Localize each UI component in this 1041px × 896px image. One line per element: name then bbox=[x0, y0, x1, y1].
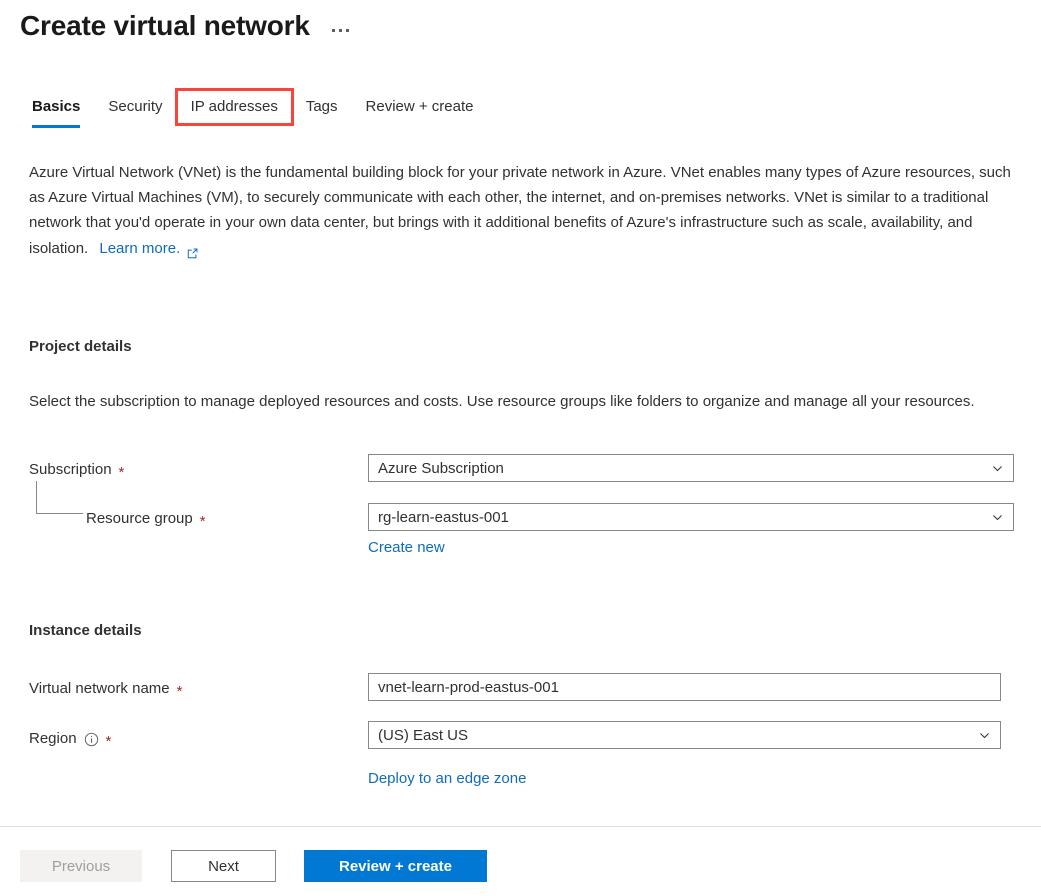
chevron-down-icon bbox=[991, 462, 1004, 475]
virtual-network-name-label-text: Virtual network name bbox=[29, 680, 170, 697]
learn-more-label: Learn more. bbox=[99, 240, 181, 257]
subscription-required-marker: * bbox=[118, 463, 125, 481]
region-value: (US) East US bbox=[378, 726, 469, 744]
ellipsis-dot-3 bbox=[345, 28, 349, 32]
ellipsis-dot-1 bbox=[331, 28, 335, 32]
subscription-resourcegroup-connector bbox=[36, 481, 83, 514]
resource-group-label-text: Resource group bbox=[86, 510, 193, 527]
region-label-text: Region bbox=[29, 730, 77, 747]
resource-group-required-marker: * bbox=[199, 512, 206, 530]
chevron-down-icon bbox=[991, 511, 1004, 524]
region-required-marker: * bbox=[105, 732, 112, 750]
subscription-value: Azure Subscription bbox=[378, 459, 504, 477]
resource-group-value: rg-learn-eastus-001 bbox=[378, 508, 509, 526]
learn-more-link[interactable]: Learn more. bbox=[99, 236, 199, 261]
virtual-network-name-required-marker: * bbox=[176, 682, 183, 700]
subscription-dropdown[interactable]: Azure Subscription bbox=[368, 454, 1014, 482]
project-details-heading: Project details bbox=[29, 338, 132, 355]
external-link-icon bbox=[186, 243, 199, 259]
tab-ip-addresses[interactable]: IP addresses bbox=[174, 88, 294, 126]
review-create-button[interactable]: Review + create bbox=[304, 850, 487, 882]
info-icon[interactable] bbox=[84, 732, 99, 747]
tab-review-create[interactable]: Review + create bbox=[352, 92, 488, 128]
virtual-network-name-input[interactable]: vnet-learn-prod-eastus-001 bbox=[368, 673, 1001, 701]
subscription-label: Subscription * bbox=[29, 461, 125, 481]
tab-security[interactable]: Security bbox=[94, 92, 176, 128]
region-label: Region * bbox=[29, 730, 112, 750]
tab-tags[interactable]: Tags bbox=[292, 92, 352, 128]
intro-paragraph: Azure Virtual Network (VNet) is the fund… bbox=[29, 160, 1011, 261]
ellipsis-icon[interactable] bbox=[328, 21, 353, 40]
deploy-edge-zone-link[interactable]: Deploy to an edge zone bbox=[368, 770, 526, 787]
page-header: Create virtual network bbox=[20, 6, 353, 46]
region-dropdown[interactable]: (US) East US bbox=[368, 721, 1001, 749]
tab-basics[interactable]: Basics bbox=[18, 92, 94, 128]
create-new-resource-group-link[interactable]: Create new bbox=[368, 539, 445, 556]
resource-group-dropdown[interactable]: rg-learn-eastus-001 bbox=[368, 503, 1014, 531]
wizard-tabs: Basics Security IP addresses Tags Review… bbox=[18, 88, 488, 128]
next-button[interactable]: Next bbox=[171, 850, 276, 882]
previous-button[interactable]: Previous bbox=[20, 850, 142, 882]
virtual-network-name-value: vnet-learn-prod-eastus-001 bbox=[378, 678, 559, 696]
instance-details-heading: Instance details bbox=[29, 622, 142, 639]
project-details-description: Select the subscription to manage deploy… bbox=[29, 393, 975, 410]
ellipsis-dot-2 bbox=[338, 28, 342, 32]
resource-group-label: Resource group * bbox=[86, 510, 206, 530]
chevron-down-icon bbox=[978, 729, 991, 742]
subscription-label-text: Subscription bbox=[29, 461, 112, 478]
wizard-footer: Previous Next Review + create bbox=[0, 827, 1041, 896]
virtual-network-name-label: Virtual network name * bbox=[29, 680, 183, 700]
page-title: Create virtual network bbox=[20, 10, 310, 41]
